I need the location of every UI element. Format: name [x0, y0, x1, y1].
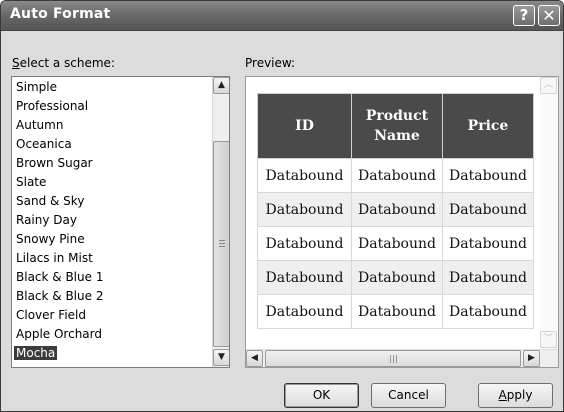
grid-cell: Databound	[351, 192, 443, 227]
horizontal-scroll-thumb[interactable]	[265, 350, 521, 367]
grid-header-row: ID Product Name Price	[257, 93, 534, 159]
preview-horizontal-scrollbar[interactable]: ◀ ▶	[246, 349, 558, 367]
apply-accel: A	[498, 388, 507, 402]
grid-cell: Databound	[257, 294, 352, 329]
scheme-list-item[interactable]: Snowy Pine	[12, 232, 85, 248]
grid-cell: Databound	[257, 260, 352, 295]
cancel-button[interactable]: Cancel	[371, 383, 446, 408]
scheme-list-item[interactable]: Autumn	[12, 118, 63, 134]
grid-row: Databound Databound Databound	[257, 226, 534, 261]
scrollbar-thumb[interactable]	[213, 141, 229, 347]
scheme-list-item[interactable]: Apple Orchard	[12, 327, 102, 343]
apply-button[interactable]: Apply	[478, 383, 553, 408]
title-bar: Auto Format ? ✕	[1, 1, 563, 31]
scheme-list-item[interactable]: Rainy Day	[12, 213, 77, 229]
preview-grid: ID Product Name Price Databound Databound…	[257, 93, 534, 329]
scheme-list-item-label: Slate	[16, 175, 47, 189]
scheme-list-item-label: Lilacs in Mist	[16, 251, 93, 265]
scheme-list-item-label: Autumn	[16, 118, 64, 132]
scheme-list-item-label: Rainy Day	[16, 213, 77, 227]
scroll-down-arrow-icon: ﹀	[540, 331, 557, 348]
dialog-title: Auto Format	[10, 6, 111, 22]
scheme-label-rest: elect a scheme:	[19, 56, 115, 70]
grid-cell: Databound	[351, 158, 443, 193]
grid-cell: Databound	[257, 226, 352, 261]
scroll-left-arrow-icon[interactable]: ◀	[246, 350, 263, 367]
scheme-list-scrollbar[interactable]: ▲ ▼	[212, 77, 229, 367]
grid-cell: Databound	[442, 226, 534, 261]
grid-cell: Databound	[351, 226, 443, 261]
ok-button[interactable]: OK	[284, 383, 359, 408]
scheme-list-item-label: Professional	[16, 99, 89, 113]
grid-row: Databound Databound Databound	[257, 192, 534, 227]
scheme-list-item-label: Oceanica	[16, 137, 72, 151]
scheme-list-item[interactable]: Black & Blue 2	[12, 289, 103, 305]
grid-cell: Databound	[257, 158, 352, 193]
apply-rest: pply	[506, 388, 533, 402]
grid-cell: Databound	[442, 158, 534, 193]
scheme-list-item-label: Black & Blue 1	[16, 270, 104, 284]
grid-cell: Databound	[442, 294, 534, 329]
scheme-list-item[interactable]: Simple	[12, 80, 57, 96]
grid-header-cell: Price	[442, 93, 534, 159]
scheme-list-item-label: Clover Field	[16, 308, 86, 322]
grid-row: Databound Databound Databound	[257, 158, 534, 193]
scheme-list-item[interactable]: Oceanica	[12, 137, 72, 153]
grid-cell: Databound	[351, 260, 443, 295]
scheme-list-item-label: Apple Orchard	[16, 327, 102, 341]
grid-cell: Databound	[442, 260, 534, 295]
grid-header-cell: ID	[257, 93, 352, 159]
scheme-list-item[interactable]: Lilacs in Mist	[12, 251, 93, 267]
grid-cell: Databound	[257, 192, 352, 227]
scheme-list-item-label: Mocha	[14, 346, 58, 360]
scroll-right-arrow-icon[interactable]: ▶	[523, 350, 540, 367]
scheme-list-item[interactable]: Sand & Sky	[12, 194, 84, 210]
scheme-list-item[interactable]: Mocha	[12, 346, 58, 362]
scheme-list-item[interactable]: Professional	[12, 99, 88, 115]
scheme-listbox[interactable]: Simple Professional Autumn Oceanica Brown Su…	[11, 76, 230, 368]
scheme-list-item-label: Snowy Pine	[16, 232, 85, 246]
grid-row: Databound Databound Databound	[257, 260, 534, 295]
close-button[interactable]: ✕	[538, 5, 560, 26]
auto-format-dialog: Auto Format ? ✕ Select a scheme: Simple P…	[0, 0, 564, 412]
scroll-up-arrow-icon[interactable]: ▲	[213, 77, 229, 94]
scheme-list-item-label: Black & Blue 2	[16, 289, 104, 303]
preview-vertical-scrollbar[interactable]: ︿ ﹀	[540, 77, 558, 349]
scheme-list-item[interactable]: Black & Blue 1	[12, 270, 103, 286]
grid-cell: Databound	[351, 294, 443, 329]
scheme-list-item[interactable]: Brown Sugar	[12, 156, 93, 172]
grid-cell: Databound	[442, 192, 534, 227]
scheme-list-item-label: Sand & Sky	[16, 194, 85, 208]
scroll-up-arrow-icon: ︿	[540, 77, 557, 94]
preview-label: Preview:	[245, 56, 296, 70]
scheme-label-accel: S	[12, 56, 20, 70]
scheme-list-item[interactable]: Clover Field	[12, 308, 86, 324]
scroll-down-arrow-icon[interactable]: ▼	[213, 349, 229, 366]
scheme-list-item[interactable]: Slate	[12, 175, 46, 191]
scheme-list-item-label: Brown Sugar	[16, 156, 93, 170]
scheme-list-item-label: Simple	[16, 80, 57, 94]
grid-header-cell: Product Name	[351, 93, 443, 159]
preview-pane: ID Product Name Price Databound Databound…	[245, 76, 559, 368]
scheme-label: Select a scheme:	[12, 56, 115, 70]
grid-row: Databound Databound Databound	[257, 294, 534, 329]
help-button[interactable]: ?	[513, 5, 535, 26]
